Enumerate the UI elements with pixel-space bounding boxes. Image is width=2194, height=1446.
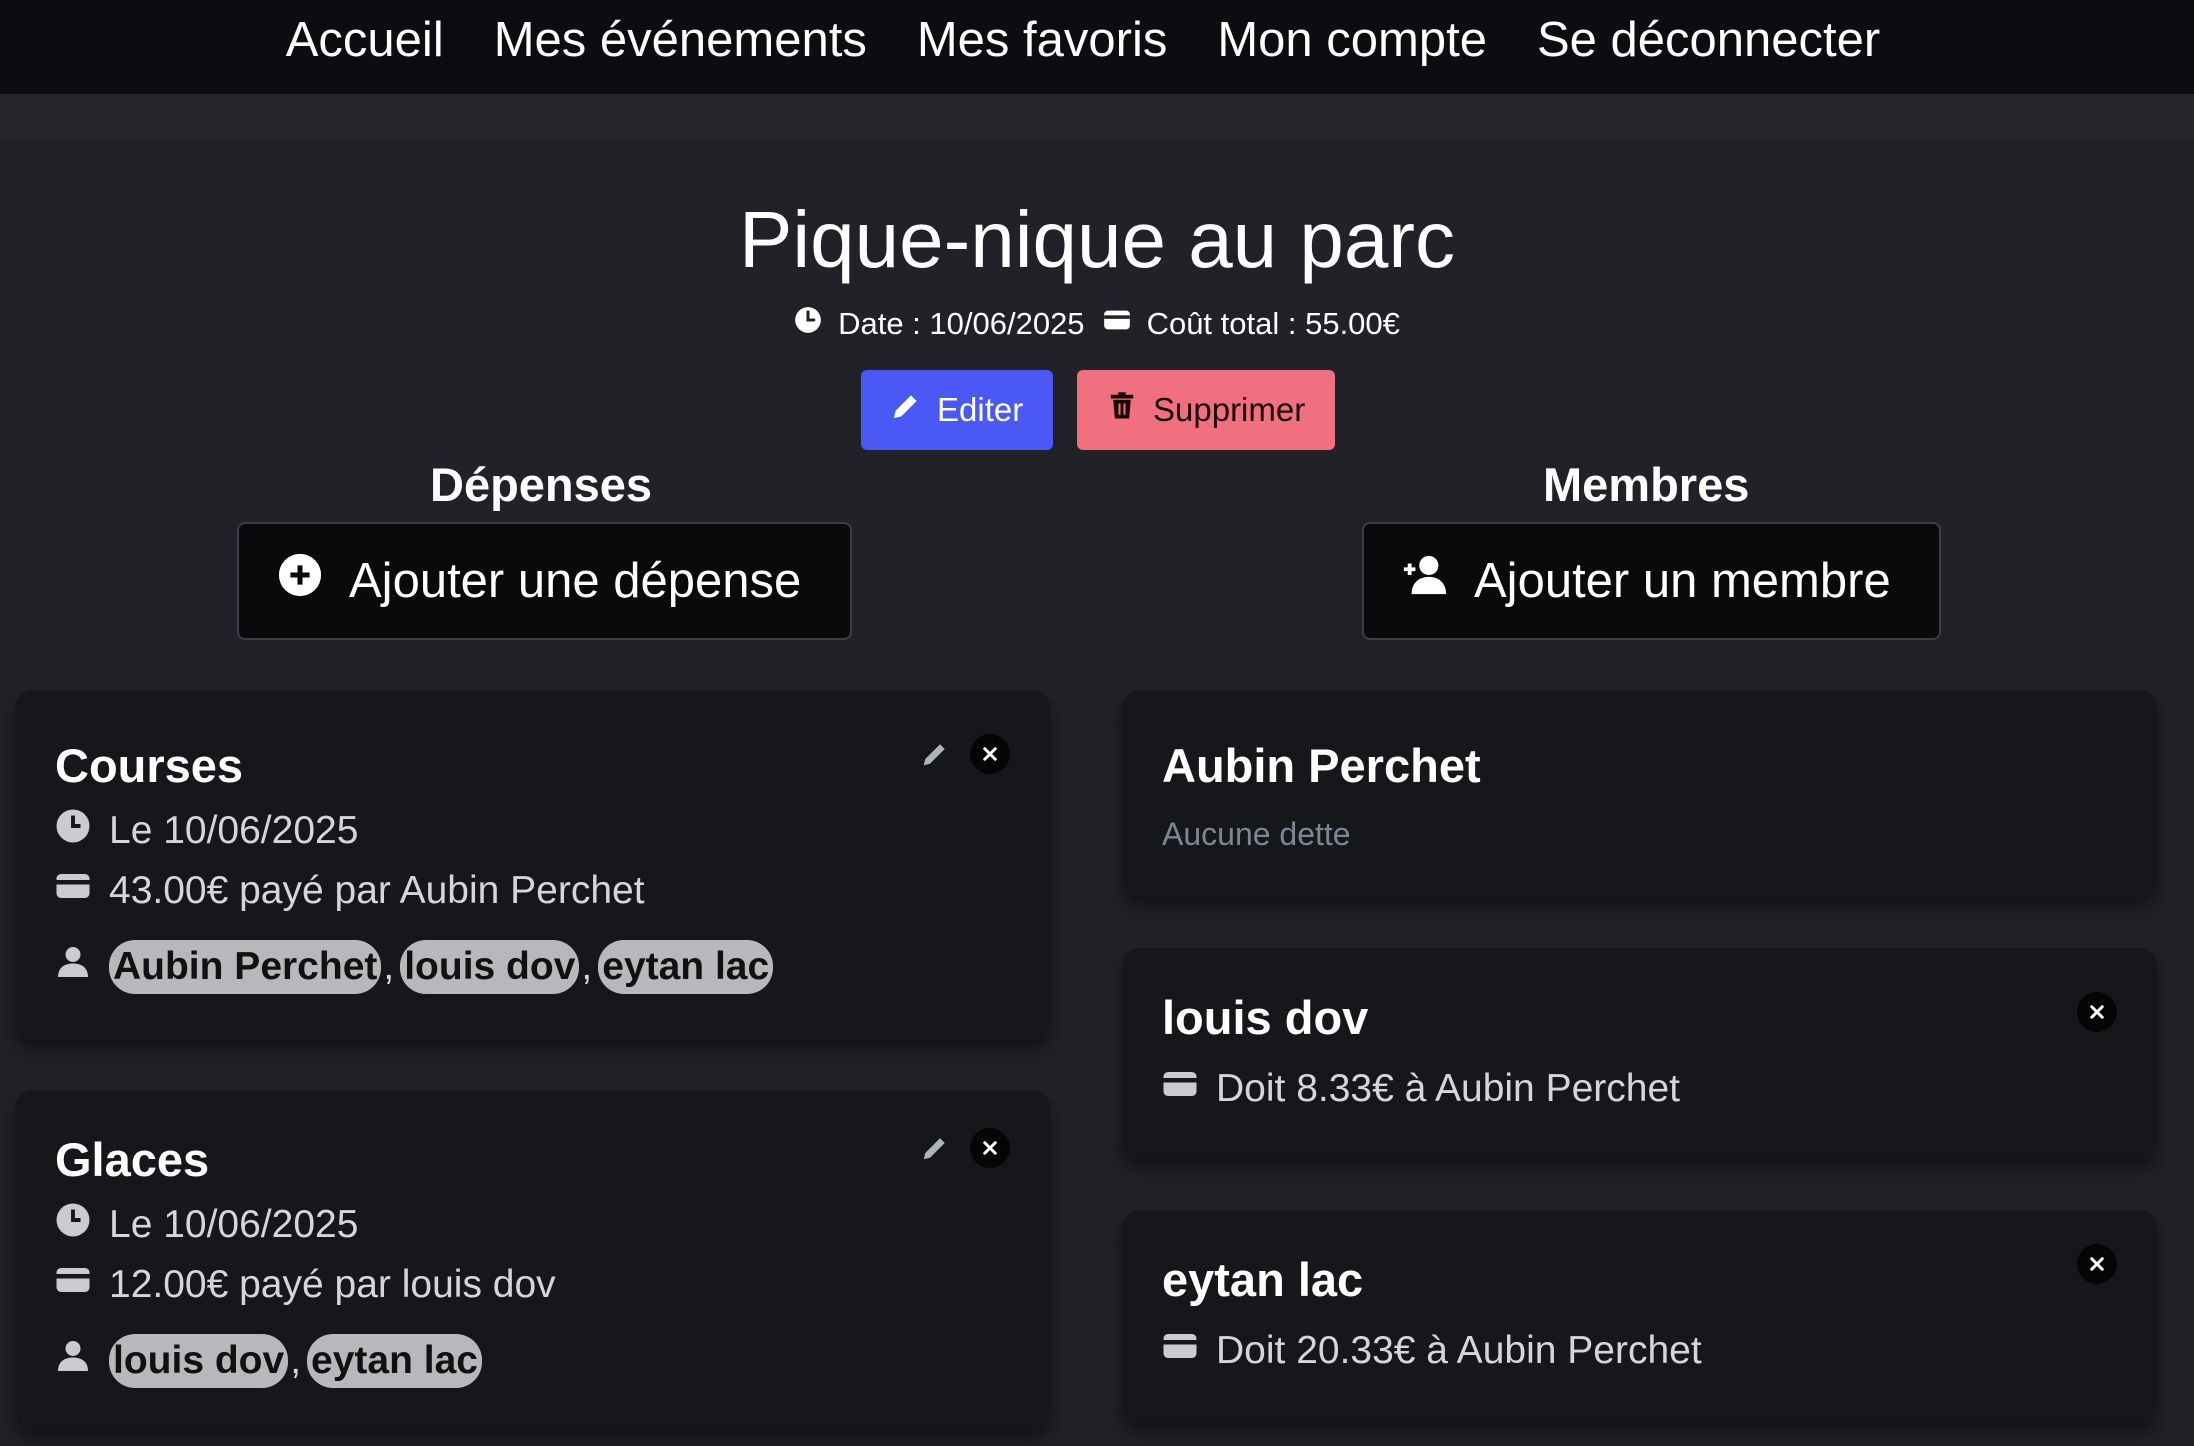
add-expense-label: Ajouter une dépense bbox=[349, 554, 802, 608]
event-title: Pique-nique au parc bbox=[738, 195, 1456, 284]
credit-card-icon bbox=[55, 1262, 91, 1308]
expense-date-text: Le 10/06/2025 bbox=[109, 1203, 359, 1246]
event-total: Coût total : 55.00€ bbox=[1103, 306, 1400, 342]
credit-card-icon bbox=[1162, 1066, 1198, 1112]
event-actions: Editer Supprimer bbox=[861, 370, 1335, 450]
clock-icon bbox=[55, 1202, 91, 1248]
delete-event-label: Supprimer bbox=[1153, 391, 1306, 428]
credit-card-icon bbox=[1103, 306, 1131, 342]
plus-circle-icon bbox=[277, 552, 323, 610]
nav-favorites[interactable]: Mes favoris bbox=[917, 10, 1168, 70]
expense-card: Courses Le 10/06/2025 43.00€ payé par Au… bbox=[15, 690, 1050, 1040]
event-date: Date : 10/06/2025 bbox=[794, 306, 1085, 342]
member-card: Aubin Perchet Aucune dette bbox=[1122, 690, 2157, 897]
edit-event-label: Editer bbox=[937, 391, 1024, 428]
clock-icon bbox=[794, 306, 822, 342]
nav-logout[interactable]: Se déconnecter bbox=[1537, 10, 1880, 70]
expense-payment: 12.00€ payé par louis dov bbox=[55, 1262, 556, 1308]
expense-actions bbox=[920, 734, 1010, 774]
expense-payment-text: 43.00€ payé par Aubin Perchet bbox=[109, 869, 645, 912]
edit-expense-pencil-icon[interactable] bbox=[920, 739, 950, 769]
member-name: eytan lac bbox=[1162, 1253, 1364, 1306]
add-person-icon bbox=[1402, 552, 1448, 610]
expense-title: Glaces bbox=[55, 1133, 210, 1186]
event-total-text: Coût total : 55.00€ bbox=[1146, 306, 1400, 341]
member-name: louis dov bbox=[1162, 991, 1369, 1044]
credit-card-icon bbox=[55, 868, 91, 914]
member-card: louis dov Doit 8.33€ à Aubin Perchet bbox=[1122, 948, 2157, 1158]
trash-icon bbox=[1107, 391, 1137, 429]
expenses-heading: Dépenses bbox=[430, 458, 653, 511]
edit-expense-pencil-icon[interactable] bbox=[920, 1133, 950, 1163]
expense-date: Le 10/06/2025 bbox=[55, 1202, 358, 1248]
member-actions bbox=[2077, 1244, 2117, 1284]
expense-date-text: Le 10/06/2025 bbox=[109, 809, 359, 852]
expense-card: Glaces Le 10/06/2025 12.00€ payé par lou… bbox=[15, 1090, 1050, 1430]
participant-chip: eytan lac bbox=[307, 1334, 482, 1388]
expense-actions bbox=[920, 1128, 1010, 1168]
add-member-label: Ajouter un membre bbox=[1474, 554, 1891, 608]
nav-my-account[interactable]: Mon compte bbox=[1217, 10, 1487, 70]
credit-card-icon bbox=[1162, 1328, 1198, 1374]
members-heading: Membres bbox=[1543, 458, 1750, 511]
participant-chip: louis dov bbox=[109, 1334, 289, 1388]
delete-expense-close-icon[interactable] bbox=[970, 734, 1010, 774]
header-band bbox=[0, 94, 2194, 140]
delete-expense-close-icon[interactable] bbox=[970, 1128, 1010, 1168]
nav-links: Accueil Mes événements Mes favoris Mon c… bbox=[286, 10, 1880, 70]
nav-my-events[interactable]: Mes événements bbox=[494, 10, 867, 70]
add-member-button[interactable]: Ajouter un membre bbox=[1362, 522, 1941, 640]
participant-chip: Aubin Perchet bbox=[109, 940, 382, 994]
pencil-icon bbox=[891, 391, 921, 429]
member-actions bbox=[2077, 992, 2117, 1032]
member-name: Aubin Perchet bbox=[1162, 739, 1481, 792]
expense-participants: Aubin Perchet, louis dov, eytan lac bbox=[55, 940, 774, 994]
member-debt-text: Doit 20.33€ à Aubin Perchet bbox=[1216, 1329, 1702, 1372]
participant-chip: louis dov bbox=[400, 940, 580, 994]
person-icon bbox=[55, 1338, 91, 1384]
participant-chip: eytan lac bbox=[598, 940, 774, 994]
expense-participants: louis dov, eytan lac bbox=[55, 1334, 482, 1388]
clock-icon bbox=[55, 808, 91, 854]
expense-title: Courses bbox=[55, 739, 244, 792]
top-navbar: Accueil Mes événements Mes favoris Mon c… bbox=[0, 0, 2194, 94]
expense-payment: 43.00€ payé par Aubin Perchet bbox=[55, 868, 645, 914]
remove-member-close-icon[interactable] bbox=[2077, 992, 2117, 1032]
member-debt: Doit 8.33€ à Aubin Perchet bbox=[1162, 1066, 1680, 1112]
nav-home[interactable]: Accueil bbox=[286, 10, 444, 70]
expense-payment-text: 12.00€ payé par louis dov bbox=[109, 1263, 556, 1306]
member-debt: Doit 20.33€ à Aubin Perchet bbox=[1162, 1328, 1702, 1374]
event-meta: Date : 10/06/2025 Coût total : 55.00€ bbox=[0, 306, 2194, 342]
expense-date: Le 10/06/2025 bbox=[55, 808, 358, 854]
delete-event-button[interactable]: Supprimer bbox=[1077, 370, 1335, 450]
person-icon bbox=[55, 944, 91, 990]
member-card: eytan lac Doit 20.33€ à Aubin Perchet bbox=[1122, 1210, 2157, 1422]
remove-member-close-icon[interactable] bbox=[2077, 1244, 2117, 1284]
add-expense-button[interactable]: Ajouter une dépense bbox=[237, 522, 852, 640]
event-date-text: Date : 10/06/2025 bbox=[838, 306, 1085, 341]
participant-chips: Aubin Perchet, louis dov, eytan lac bbox=[109, 940, 774, 994]
member-debt-text: Doit 8.33€ à Aubin Perchet bbox=[1216, 1067, 1680, 1110]
member-status: Aucune dette bbox=[1162, 816, 1351, 852]
participant-chips: louis dov, eytan lac bbox=[109, 1334, 482, 1388]
edit-event-button[interactable]: Editer bbox=[861, 370, 1053, 450]
